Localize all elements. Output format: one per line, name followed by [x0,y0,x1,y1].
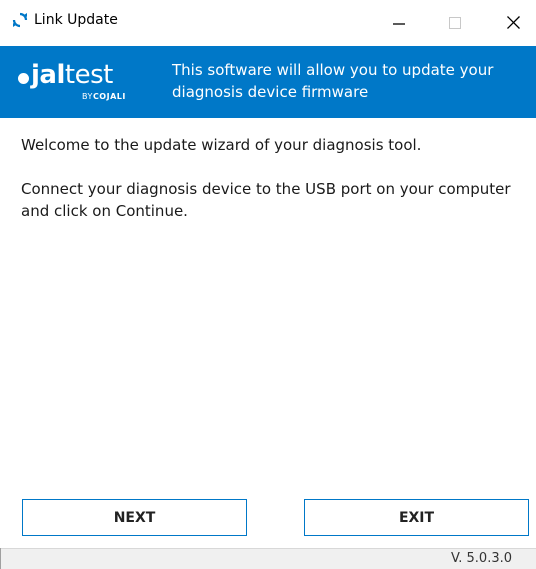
title-bar[interactable]: Link Update [0,0,536,46]
maximize-button[interactable] [432,0,478,46]
instruction-text: Connect your diagnosis device to the USB… [21,180,511,220]
next-button[interactable]: NEXT [22,499,247,536]
sync-icon [11,11,29,29]
logo-byline-brand: COJALI [92,92,126,101]
logo-text-light: test [64,60,113,90]
window-title: Link Update [34,12,118,28]
exit-button[interactable]: EXIT [304,499,529,536]
logo-byline-prefix: BY [82,92,93,101]
link-update-window: Link Update jal test BYCOJALI This softw… [0,0,536,569]
close-button[interactable] [490,0,536,46]
header-banner: jal test BYCOJALI This software will allo… [0,46,536,118]
main-content: Welcome to the update wizard of your dia… [21,134,521,244]
logo-byline: BYCOJALI [82,92,126,102]
welcome-text: Welcome to the update wizard of your dia… [21,136,422,154]
banner-description: This software will allow you to update y… [172,61,494,101]
logo-text-bold: jal [31,60,65,90]
minimize-icon [393,14,405,33]
maximize-icon [449,14,461,33]
jaltest-logo: jal test BYCOJALI [18,58,150,106]
logo-dot [18,73,29,84]
minimize-button[interactable] [376,0,422,46]
version-label: V. 5.0.3.0 [451,551,512,566]
logo-wordmark: jal test [18,58,113,90]
status-bar: V. 5.0.3.0 [0,548,536,569]
window-edge [0,548,1,569]
close-icon [506,14,520,33]
